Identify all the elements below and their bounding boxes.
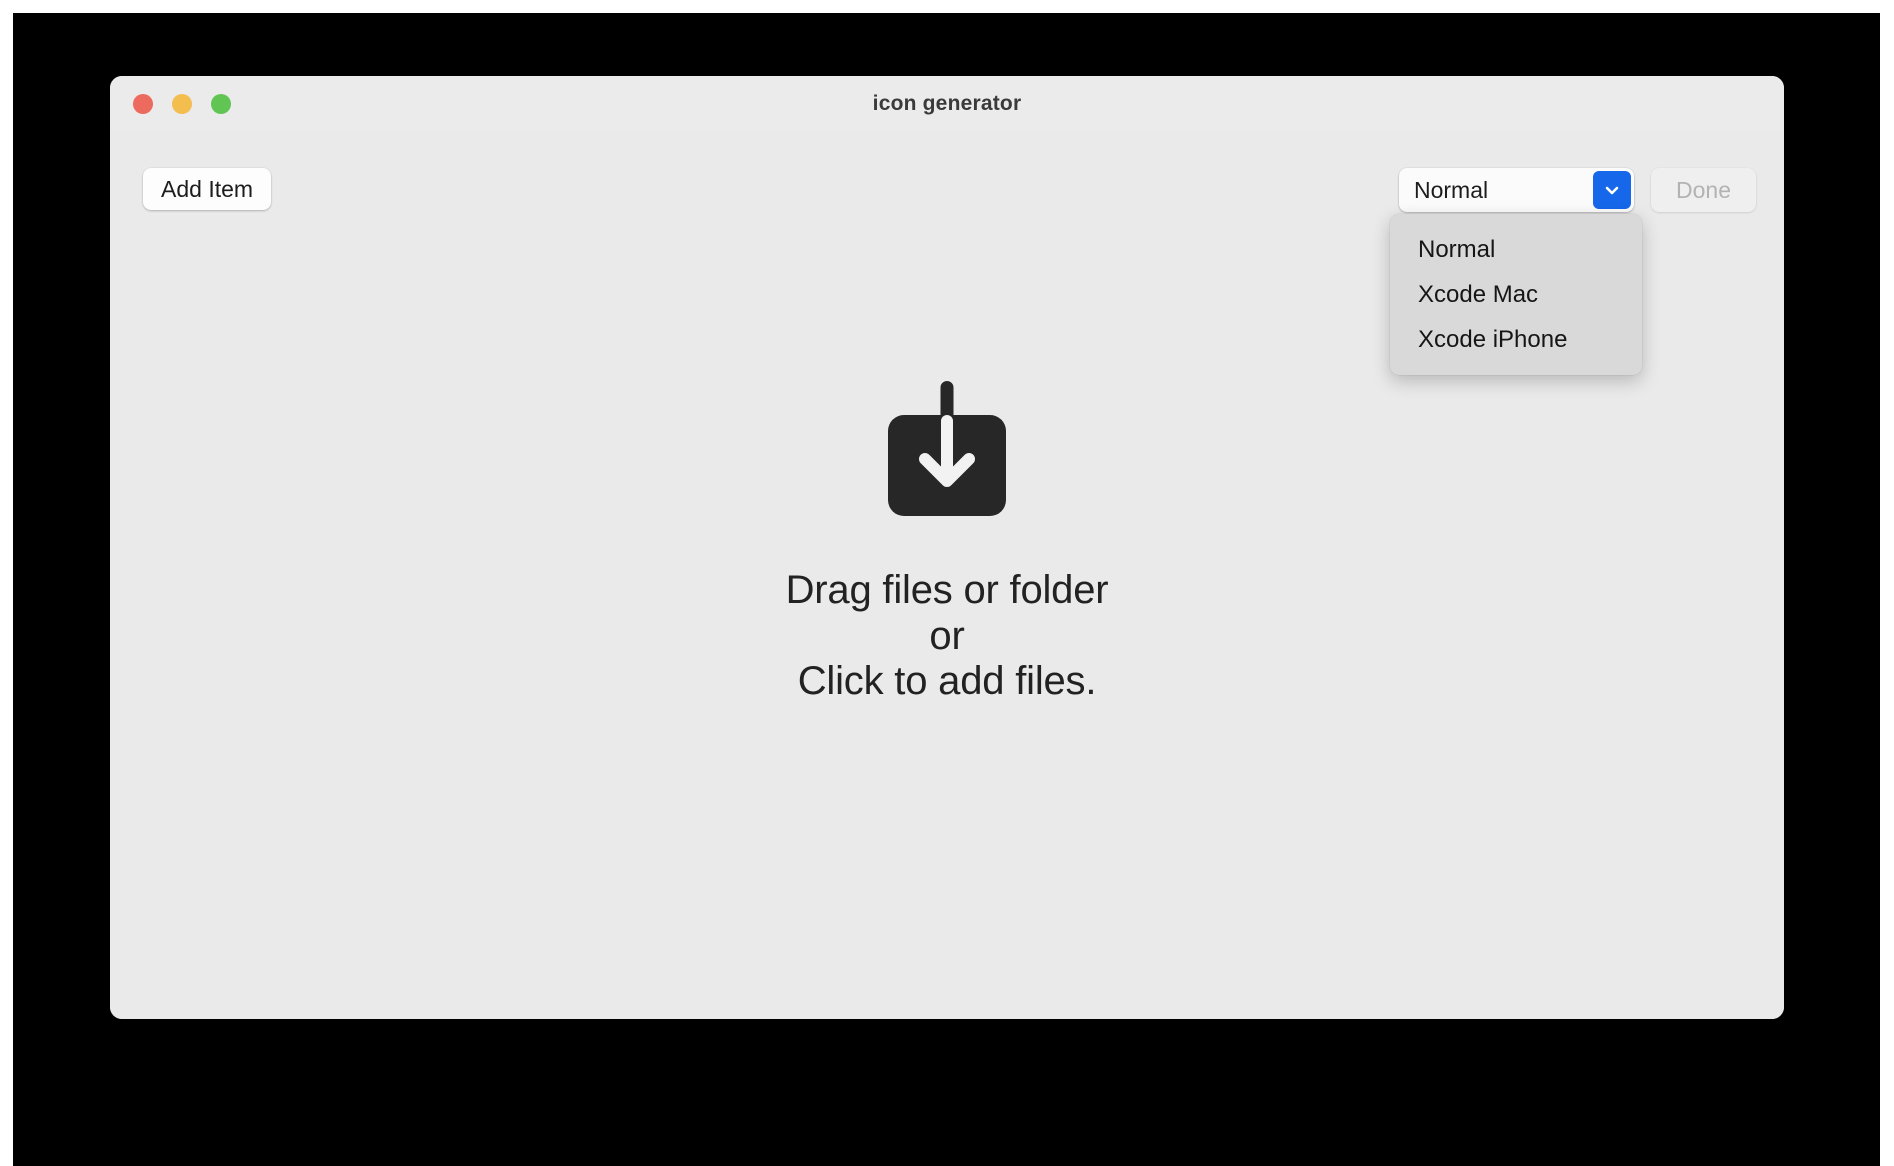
drop-zone-line-2: or bbox=[929, 613, 965, 658]
add-item-button[interactable]: Add Item bbox=[143, 168, 272, 210]
mode-select[interactable]: Normal bbox=[1399, 168, 1634, 212]
mode-menu-item-normal[interactable]: Normal bbox=[1390, 227, 1642, 272]
window-content: Add Item Normal Done Normal Xcode Mac Xc… bbox=[110, 131, 1784, 1019]
window-title: icon generator bbox=[872, 92, 1022, 115]
drop-zone-line-3: Click to add files. bbox=[797, 659, 1097, 704]
drop-zone-instructions: Drag files or folder or Click to add fil… bbox=[786, 568, 1109, 705]
drop-zone-line-1: Drag files or folder bbox=[785, 568, 1109, 612]
download-arrow-glyph bbox=[919, 415, 975, 487]
download-arrow-icon bbox=[881, 381, 1013, 516]
file-drop-zone[interactable]: Drag files or folder or Click to add fil… bbox=[110, 381, 1784, 705]
mode-menu-item-xcode-mac[interactable]: Xcode Mac bbox=[1390, 272, 1642, 317]
mode-menu-item-xcode-iphone[interactable]: Xcode iPhone bbox=[1390, 317, 1642, 362]
window-titlebar: icon generator bbox=[110, 76, 1784, 132]
mode-select-menu: Normal Xcode Mac Xcode iPhone bbox=[1390, 214, 1642, 375]
mode-select-value: Normal bbox=[1414, 177, 1489, 203]
app-window: icon generator Add Item Normal Done Norm… bbox=[110, 76, 1784, 1019]
done-button[interactable]: Done bbox=[1651, 168, 1756, 212]
chevron-down-icon[interactable] bbox=[1593, 171, 1631, 209]
